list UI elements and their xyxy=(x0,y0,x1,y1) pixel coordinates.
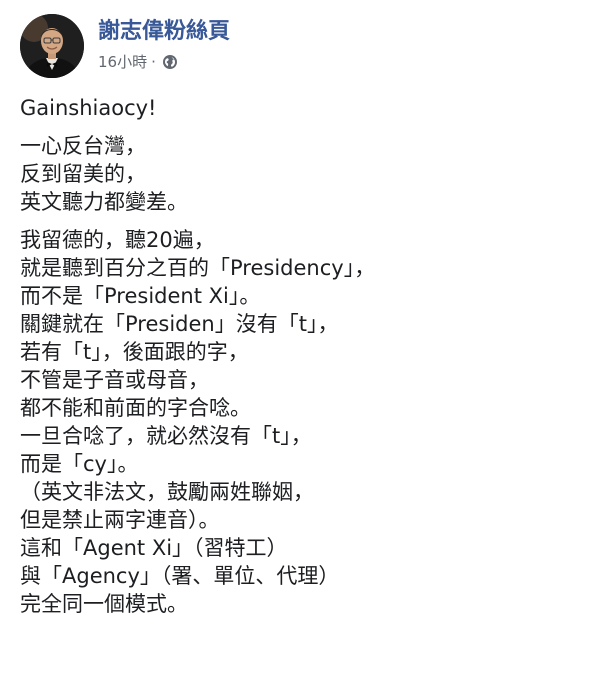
post-paragraph: 一心反台灣， 反到留美的， 英文聽力都變差。 xyxy=(20,132,587,216)
text-line: 我留德的，聽20遍， xyxy=(20,228,215,252)
page-name-link[interactable]: 謝志偉粉絲頁 xyxy=(98,16,230,48)
text-line: 反到留美的， xyxy=(20,162,146,186)
text-line: 不管是子音或母音， xyxy=(20,368,209,392)
text-line: 關鍵就在「Presiden」沒有「t」， xyxy=(20,312,339,336)
text-line: Gainshiaocy! xyxy=(20,96,157,120)
text-line: 完全同一個模式。 xyxy=(20,592,188,616)
post-header: 謝志偉粉絲頁 16小時 · xyxy=(20,14,580,84)
text-line: 這和「Agent Xi」（習特工） xyxy=(20,536,288,560)
post-body: Gainshiaocy! 一心反台灣， 反到留美的， 英文聽力都變差。 我留德的… xyxy=(20,94,587,628)
text-line: 若有「t」，後面跟的字， xyxy=(20,340,249,364)
post-paragraph: 我留德的，聽20遍， 就是聽到百分之百的「Presidency」， 而不是「Pr… xyxy=(20,226,587,618)
separator-dot: · xyxy=(151,53,156,71)
avatar-image xyxy=(20,14,84,78)
text-line: 與「Agency」（署、單位、代理） xyxy=(20,564,340,588)
text-line: 而是「cy」。 xyxy=(20,452,139,476)
text-line: 就是聽到百分之百的「Presidency」， xyxy=(20,256,376,280)
text-line: （英文非法文，鼓勵兩姓聯姻， xyxy=(20,480,314,504)
post-meta: 謝志偉粉絲頁 16小時 · xyxy=(98,16,230,72)
text-line: 英文聽力都變差。 xyxy=(20,190,188,214)
text-line: 而不是「President Xi」。 xyxy=(20,284,261,308)
globe-icon[interactable] xyxy=(162,54,178,70)
post-paragraph: Gainshiaocy! xyxy=(20,94,587,122)
post-timestamp[interactable]: 16小時 xyxy=(98,52,147,72)
facebook-post: 謝志偉粉絲頁 16小時 · Gainshiaocy! 一心反台灣， 反到留美的， xyxy=(0,0,607,689)
post-time-row: 16小時 · xyxy=(98,52,230,72)
text-line: 一旦合唸了，就必然沒有「t」， xyxy=(20,424,312,448)
text-line: 都不能和前面的字合唸。 xyxy=(20,396,251,420)
text-line: 但是禁止兩字連音）。 xyxy=(20,508,220,532)
avatar[interactable] xyxy=(20,14,84,78)
text-line: 一心反台灣， xyxy=(20,134,146,158)
